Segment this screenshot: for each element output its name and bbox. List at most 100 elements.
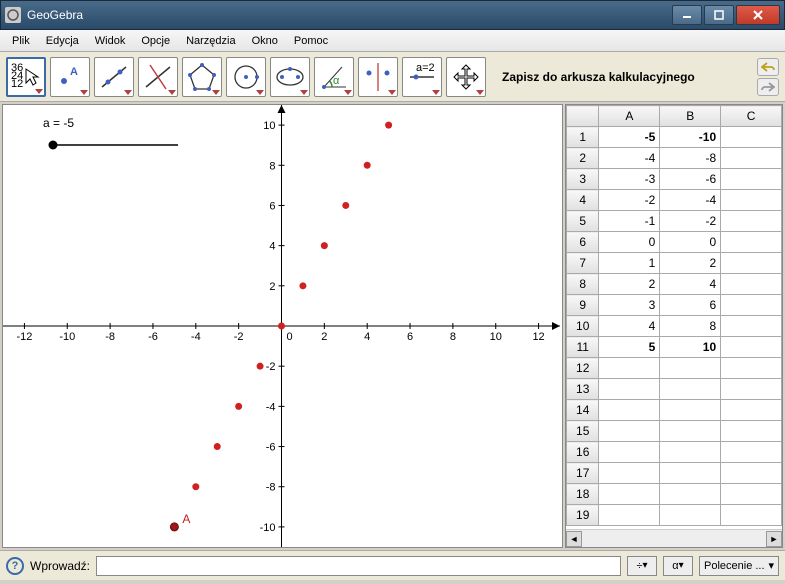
cell[interactable] [599, 421, 660, 442]
redo-button[interactable] [757, 78, 779, 96]
cell[interactable] [599, 358, 660, 379]
cell[interactable]: 0 [599, 232, 660, 253]
spreadsheet-hscroll[interactable]: ◄ ► [566, 529, 782, 547]
row-header[interactable]: 1 [567, 127, 599, 148]
cell[interactable] [721, 274, 782, 295]
command-input[interactable] [96, 556, 621, 576]
tool-circle[interactable] [226, 57, 266, 97]
row-header[interactable]: 17 [567, 463, 599, 484]
tool-polygon[interactable] [182, 57, 222, 97]
cell[interactable]: 2 [660, 253, 721, 274]
cell[interactable] [721, 169, 782, 190]
tool-move-view[interactable] [446, 57, 486, 97]
cell[interactable] [660, 484, 721, 505]
cell[interactable] [721, 190, 782, 211]
cell[interactable]: -2 [599, 190, 660, 211]
cell[interactable] [721, 337, 782, 358]
cell[interactable] [721, 253, 782, 274]
cell[interactable] [721, 400, 782, 421]
cell[interactable]: 0 [660, 232, 721, 253]
cell[interactable] [660, 400, 721, 421]
cell[interactable]: 3 [599, 295, 660, 316]
cell[interactable] [599, 379, 660, 400]
cell[interactable]: 6 [660, 295, 721, 316]
tool-line[interactable] [94, 57, 134, 97]
tool-reflect[interactable] [358, 57, 398, 97]
cell[interactable] [721, 442, 782, 463]
cell[interactable] [660, 379, 721, 400]
cell[interactable] [721, 484, 782, 505]
tool-perpendicular[interactable] [138, 57, 178, 97]
col-header-A[interactable]: A [599, 106, 660, 127]
symbol-dropdown-1[interactable]: ÷ ▾ [627, 556, 657, 576]
row-header[interactable]: 5 [567, 211, 599, 232]
row-header[interactable]: 9 [567, 295, 599, 316]
cell[interactable] [599, 463, 660, 484]
cell[interactable] [721, 379, 782, 400]
cell[interactable] [721, 421, 782, 442]
row-header[interactable]: 7 [567, 253, 599, 274]
spreadsheet-grid[interactable]: ABC1-5-102-4-83-3-64-2-45-1-260071282493… [566, 105, 782, 529]
menu-edycja[interactable]: Edycja [38, 32, 87, 50]
tool-ellipse[interactable] [270, 57, 310, 97]
cell[interactable] [660, 442, 721, 463]
row-header[interactable]: 18 [567, 484, 599, 505]
minimize-button[interactable] [672, 5, 702, 25]
cell[interactable]: 5 [599, 337, 660, 358]
cell[interactable]: 4 [599, 316, 660, 337]
cell[interactable]: 4 [660, 274, 721, 295]
row-header[interactable]: 13 [567, 379, 599, 400]
cell[interactable] [660, 421, 721, 442]
cell[interactable] [599, 442, 660, 463]
cell[interactable]: 8 [660, 316, 721, 337]
tool-slider[interactable]: a=2 [402, 57, 442, 97]
row-header[interactable]: 6 [567, 232, 599, 253]
tool-angle[interactable]: α [314, 57, 354, 97]
row-header[interactable]: 8 [567, 274, 599, 295]
cell[interactable] [721, 295, 782, 316]
cell[interactable] [721, 148, 782, 169]
menu-plik[interactable]: Plik [4, 32, 38, 50]
row-header[interactable]: 11 [567, 337, 599, 358]
row-header[interactable]: 4 [567, 190, 599, 211]
cell[interactable]: -2 [660, 211, 721, 232]
cell[interactable] [721, 211, 782, 232]
cell[interactable]: -4 [660, 190, 721, 211]
close-button[interactable] [736, 5, 780, 25]
col-header-C[interactable]: C [721, 106, 782, 127]
command-dropdown[interactable]: Polecenie ...▾ [699, 556, 779, 576]
cell[interactable] [721, 358, 782, 379]
row-header[interactable]: 3 [567, 169, 599, 190]
tool-point[interactable]: A [50, 57, 90, 97]
menu-okno[interactable]: Okno [244, 32, 286, 50]
undo-button[interactable] [757, 58, 779, 76]
cell[interactable]: -5 [599, 127, 660, 148]
row-header[interactable]: 2 [567, 148, 599, 169]
menu-widok[interactable]: Widok [87, 32, 134, 50]
help-icon[interactable]: ? [6, 557, 24, 575]
menu-narzędzia[interactable]: Narzędzia [178, 32, 244, 50]
menu-pomoc[interactable]: Pomoc [286, 32, 336, 50]
cell[interactable]: -6 [660, 169, 721, 190]
cell[interactable] [721, 316, 782, 337]
cell[interactable] [599, 400, 660, 421]
row-header[interactable]: 16 [567, 442, 599, 463]
row-header[interactable]: 19 [567, 505, 599, 526]
cell[interactable]: 2 [599, 274, 660, 295]
col-header-B[interactable]: B [660, 106, 721, 127]
maximize-button[interactable] [704, 5, 734, 25]
menu-opcje[interactable]: Opcje [133, 32, 178, 50]
cell[interactable]: -10 [660, 127, 721, 148]
cell[interactable]: 1 [599, 253, 660, 274]
cell[interactable]: -3 [599, 169, 660, 190]
cell[interactable]: -4 [599, 148, 660, 169]
row-header[interactable]: 12 [567, 358, 599, 379]
row-header[interactable]: 14 [567, 400, 599, 421]
cell[interactable] [721, 463, 782, 484]
cell[interactable] [660, 358, 721, 379]
cell[interactable]: 10 [660, 337, 721, 358]
cell[interactable] [721, 505, 782, 526]
cell[interactable] [660, 505, 721, 526]
cell[interactable]: -1 [599, 211, 660, 232]
cell[interactable] [721, 232, 782, 253]
